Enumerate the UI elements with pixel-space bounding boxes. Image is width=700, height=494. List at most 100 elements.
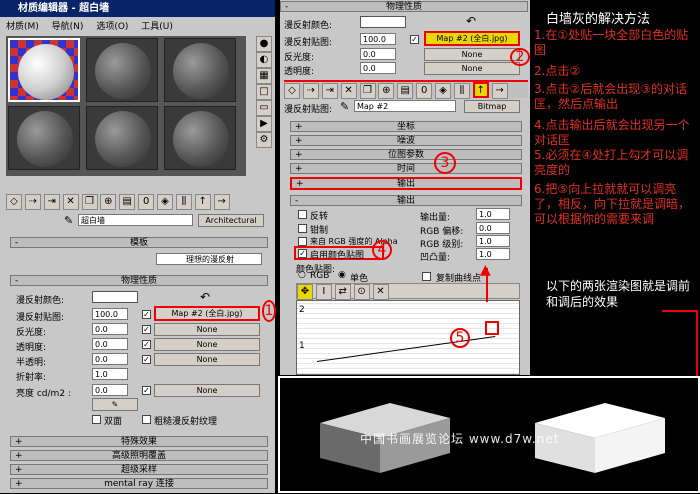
r-channel-icon[interactable]: 0 <box>416 83 433 99</box>
background-icon[interactable]: ▦ <box>256 68 272 84</box>
go-parent-highlight-icon[interactable]: ↑ <box>472 82 489 98</box>
radio-mono-icon[interactable]: ◉ <box>338 270 346 280</box>
curve-graph[interactable]: 2 1 <box>296 300 520 375</box>
add-point-icon[interactable]: ⇄ <box>334 284 351 300</box>
rollout-supersampling[interactable]: + 超级采样 <box>10 464 268 475</box>
radio-rgb-icon[interactable]: ○ <box>298 270 306 280</box>
right-undo-arrow-icon[interactable]: ↶ <box>466 14 476 28</box>
raw-diffuse-check[interactable] <box>142 415 151 424</box>
options-icon[interactable]: ⚙ <box>256 132 272 148</box>
menu-options[interactable]: 选项(O) <box>96 22 128 32</box>
menu-utilities[interactable]: 工具(U) <box>141 22 173 32</box>
right-eyedropper-icon[interactable]: ✎ <box>340 100 349 113</box>
luminance-map-button[interactable]: None <box>154 384 260 397</box>
put-material-icon[interactable]: ⇢ <box>24 194 41 210</box>
luminance-amount[interactable]: 0.0 <box>92 384 128 396</box>
sample-slot-1[interactable] <box>8 38 80 102</box>
reset-curve-icon[interactable]: ⊙ <box>353 284 370 300</box>
template-rollout[interactable]: - 模板 <box>10 237 268 248</box>
uv-tiling-icon[interactable]: □ <box>256 84 272 100</box>
map-type-button[interactable]: Bitmap <box>464 100 520 113</box>
sample-slot-3[interactable] <box>164 38 236 102</box>
translucency-check[interactable]: ✓ <box>142 355 151 364</box>
library-icon[interactable]: ▤ <box>119 194 136 210</box>
show-end-icon[interactable]: ⫼ <box>175 194 192 210</box>
rollout-special-effects[interactable]: + 特殊效果 <box>10 436 268 447</box>
luminance-sample-button[interactable]: ✎ <box>92 398 138 411</box>
rgb-level-field[interactable]: 1.0 <box>476 235 510 247</box>
right-transparency-button[interactable]: None <box>424 62 520 75</box>
scale-point-icon[interactable]: I <box>315 284 332 300</box>
right-diffuse-swatch[interactable] <box>360 16 406 28</box>
invert-check[interactable] <box>298 210 307 219</box>
delete-point-icon[interactable]: ✕ <box>372 284 389 300</box>
r-library-icon[interactable]: ▤ <box>397 83 414 99</box>
two-sided-check[interactable] <box>92 415 101 424</box>
effects-channel-icon[interactable]: 0 <box>138 194 155 210</box>
r-unique-icon[interactable]: ⊕ <box>378 83 395 99</box>
go-sibling-icon[interactable]: → <box>213 194 230 210</box>
output-section[interactable]: - 输出 <box>290 195 522 206</box>
r-copy-icon[interactable]: ❐ <box>359 83 376 99</box>
physical-rollout[interactable]: - 物理性质 <box>10 275 268 286</box>
diffuse-map-amount[interactable]: 100.0 <box>92 308 128 320</box>
right-shininess-button[interactable]: None <box>424 48 520 61</box>
output-amount-field[interactable]: 1.0 <box>476 208 510 220</box>
luminance-check[interactable]: ✓ <box>142 386 151 395</box>
show-map-icon[interactable]: ◈ <box>157 194 173 210</box>
rollout-output[interactable]: + 输出 <box>290 177 522 190</box>
get-material-icon[interactable]: ◇ <box>6 194 22 210</box>
shininess-map-button[interactable]: None <box>154 323 260 336</box>
template-dropdown[interactable]: 理想的漫反射 <box>156 253 262 265</box>
diffuse-map-check[interactable]: ✓ <box>142 310 151 319</box>
copy-material-icon[interactable]: ❐ <box>81 194 98 210</box>
transparency-amount[interactable]: 0.0 <box>92 338 128 350</box>
r-get-material-icon[interactable]: ◇ <box>284 83 300 99</box>
right-shininess-amount[interactable]: 0.0 <box>360 48 396 60</box>
shininess-amount[interactable]: 0.0 <box>92 323 128 335</box>
assign-material-icon[interactable]: ⇥ <box>43 194 60 210</box>
rollout-coordinates[interactable]: + 坐标 <box>290 121 522 132</box>
clamp-check[interactable] <box>298 224 307 233</box>
ior-amount[interactable]: 1.0 <box>92 368 128 380</box>
enable-colormap-check[interactable]: ✓ <box>298 249 307 258</box>
rollout-noise[interactable]: + 噪波 <box>290 135 522 146</box>
sample-slot-6[interactable] <box>164 106 236 170</box>
rollout-mental-ray[interactable]: + mental ray 连接 <box>10 478 268 489</box>
map-name-field[interactable]: Map #2 <box>354 100 456 112</box>
eyedropper-icon[interactable]: ✎ <box>64 214 73 227</box>
r-show-map-icon[interactable]: ◈ <box>435 83 451 99</box>
menu-material[interactable]: 材质(M) <box>6 22 39 32</box>
make-preview-icon[interactable]: ▶ <box>256 116 272 132</box>
right-diffuse-check[interactable]: ✓ <box>410 35 419 44</box>
right-diffuse-map-button[interactable]: Map #2 (全白.jpg) <box>424 31 520 46</box>
curve-endpoint-box[interactable] <box>485 321 499 335</box>
undo-arrow-icon[interactable]: ↶ <box>200 290 210 304</box>
rollout-adv-lighting[interactable]: + 高级照明覆盖 <box>10 450 268 461</box>
transparency-check[interactable]: ✓ <box>142 340 151 349</box>
diffuse-map-button[interactable]: Map #2 (全白.jpg) <box>154 306 260 321</box>
bump-amount-field[interactable]: 1.0 <box>476 248 510 260</box>
r-assign-icon[interactable]: ⇥ <box>321 83 338 99</box>
sample-type-icon[interactable]: ● <box>256 36 272 52</box>
rgb-offset-field[interactable]: 0.0 <box>476 222 510 234</box>
material-type-button[interactable]: Architectural <box>198 214 264 227</box>
menu-navigation[interactable]: 导航(N) <box>52 22 84 32</box>
diffuse-color-swatch[interactable] <box>92 291 138 303</box>
rollout-time[interactable]: + 时间 <box>290 163 522 174</box>
copy-curve-check[interactable] <box>422 272 431 281</box>
alpha-check[interactable] <box>298 237 307 246</box>
backlight-icon[interactable]: ◐ <box>256 52 272 68</box>
go-parent-icon[interactable]: ↑ <box>194 194 211 210</box>
right-physical-rollout[interactable]: - 物理性质 <box>280 1 528 12</box>
rollout-bitmap-params[interactable]: + 位图参数 <box>290 149 522 160</box>
video-color-icon[interactable]: ▭ <box>256 100 272 116</box>
sample-slot-5[interactable] <box>86 106 158 170</box>
transparency-map-button[interactable]: None <box>154 338 260 351</box>
unique-icon[interactable]: ⊕ <box>100 194 117 210</box>
r-go-sibling-icon[interactable]: → <box>491 83 508 99</box>
sample-slot-4[interactable] <box>8 106 80 170</box>
r-show-end-icon[interactable]: ⫼ <box>453 83 470 99</box>
material-name-field[interactable]: 超白墙 <box>78 214 193 226</box>
r-reset-icon[interactable]: ✕ <box>340 83 357 99</box>
